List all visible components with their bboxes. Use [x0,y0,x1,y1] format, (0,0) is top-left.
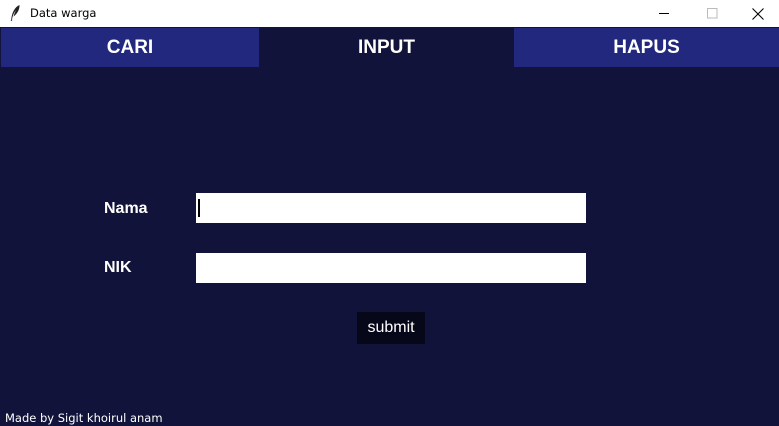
footer-credit: Made by Sigit khoirul anam [5,411,163,425]
title-bar: Data warga [0,0,779,27]
feather-icon [9,4,21,22]
tab-input[interactable]: INPUT [259,28,514,67]
minimize-button[interactable] [641,0,687,27]
close-icon [752,7,764,20]
window-title: Data warga [30,6,97,20]
nama-input[interactable] [196,193,586,223]
text-cursor [198,199,200,217]
nik-input[interactable] [196,253,586,283]
main-panel: CARI INPUT HAPUS Nama NIK submit Made by… [0,27,779,426]
tab-hapus[interactable]: HAPUS [514,28,779,67]
tab-cari[interactable]: CARI [1,28,259,67]
nik-label: NIK [104,259,132,276]
maximize-button[interactable] [689,0,735,27]
nama-label: Nama [104,200,148,217]
maximize-icon [706,8,718,19]
minimize-icon [658,8,670,19]
close-button[interactable] [735,0,779,27]
submit-button[interactable]: submit [357,312,425,344]
